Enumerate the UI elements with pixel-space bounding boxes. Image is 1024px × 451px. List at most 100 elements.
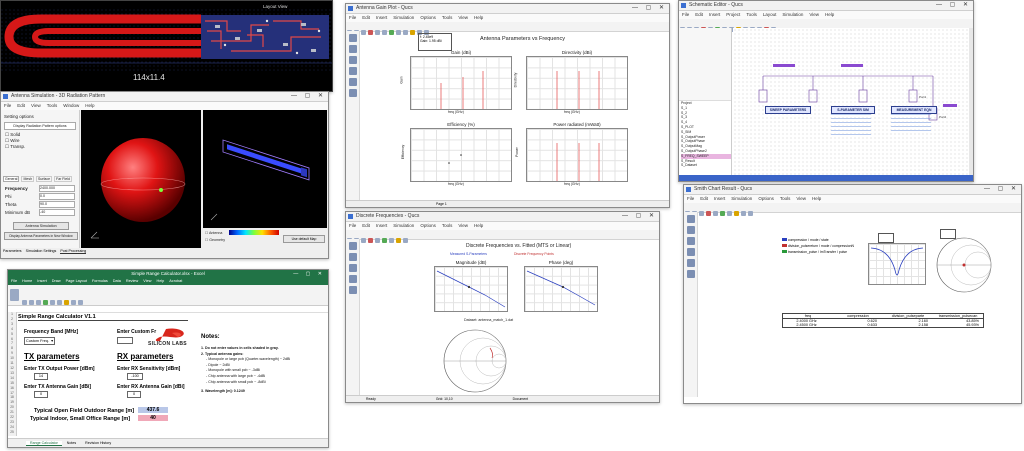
- cut-icon[interactable]: [368, 30, 373, 35]
- magnitude-plot[interactable]: Magnitude (dB): [434, 260, 508, 312]
- menu-item[interactable]: Simulation: [782, 12, 803, 17]
- tab-general[interactable]: General: [3, 176, 20, 182]
- menu-file[interactable]: File: [4, 103, 11, 108]
- default-map-button[interactable]: Use default Map: [283, 235, 325, 243]
- ribbon-tab[interactable]: Help: [156, 279, 164, 283]
- wire-tool-icon[interactable]: [348, 67, 357, 75]
- zoom-out-icon[interactable]: [403, 30, 408, 35]
- row-number[interactable]: 25: [8, 430, 16, 435]
- sheet-tab-range-calculator[interactable]: Range Calculator: [26, 441, 62, 446]
- pcb-trace-canvas[interactable]: [1, 1, 332, 91]
- ribbon-tab[interactable]: Insert: [37, 279, 47, 283]
- sweep-block[interactable]: SWEEP PARAMETERS: [765, 106, 811, 114]
- menu-edit[interactable]: Edit: [17, 103, 25, 108]
- smith-chart[interactable]: [430, 328, 520, 394]
- menu-item[interactable]: Edit: [362, 223, 370, 228]
- tx-power-input[interactable]: 14: [34, 373, 48, 380]
- gain-plot[interactable]: Gain (dBi): [410, 50, 512, 110]
- mirror-tool-icon[interactable]: [686, 237, 695, 245]
- window-controls[interactable]: — ▢ ✕: [293, 270, 325, 278]
- ribbon-tab[interactable]: View: [143, 279, 151, 283]
- font-icon[interactable]: [22, 300, 27, 305]
- tx-gain-input[interactable]: 0: [34, 391, 48, 398]
- radiation-pattern-viewport[interactable]: [81, 110, 201, 248]
- checkbox-geometry[interactable]: ☐ Geometry: [205, 238, 225, 242]
- marker-tool-icon[interactable]: [686, 270, 695, 278]
- rx-gain-input[interactable]: 0: [127, 391, 141, 398]
- menu-item[interactable]: View: [458, 15, 468, 20]
- zoom-in-icon[interactable]: [389, 238, 394, 243]
- menu-item[interactable]: Project: [726, 12, 740, 17]
- wire-icon[interactable]: [734, 211, 739, 216]
- sheet-tab-revision-history[interactable]: Revision History: [81, 441, 115, 445]
- save-icon[interactable]: [699, 211, 704, 216]
- marker-icon[interactable]: [403, 238, 408, 243]
- directivity-plot[interactable]: Directivity (dBi): [526, 50, 628, 110]
- menu-item[interactable]: Options: [420, 223, 436, 228]
- menu-tools[interactable]: Tools: [47, 103, 58, 108]
- wire-tool-icon[interactable]: [348, 275, 357, 283]
- ribbon-tab[interactable]: Formulas: [92, 279, 108, 283]
- ribbon-tab[interactable]: Acrobat: [169, 279, 182, 283]
- bold-icon[interactable]: [29, 300, 34, 305]
- paste-icon[interactable]: [382, 30, 387, 35]
- schematic-scrollbar[interactable]: [969, 28, 973, 175]
- save-icon[interactable]: [361, 238, 366, 243]
- antenna-simulation-button[interactable]: Antenna Simulation: [13, 222, 69, 230]
- power-radiated-plot[interactable]: Power radiated (mWatt): [526, 122, 628, 182]
- merge-icon[interactable]: [57, 300, 62, 305]
- tab-far-field[interactable]: Far Field: [54, 176, 72, 182]
- ribbon-tab[interactable]: Home: [22, 279, 32, 283]
- menu-item[interactable]: Edit: [695, 12, 703, 17]
- menu-item[interactable]: Tools: [780, 196, 791, 201]
- menu-item[interactable]: Help: [474, 223, 483, 228]
- label-icon[interactable]: [748, 211, 753, 216]
- schematic-canvas[interactable]: Port1 Port2 SWEEP PARAMETERS S-PARAMETER …: [733, 28, 971, 175]
- menu-item[interactable]: File: [687, 196, 694, 201]
- bottom-tab-parameters[interactable]: Parameters: [3, 249, 22, 254]
- checkbox-antenna[interactable]: ☐ Antenna: [205, 231, 222, 235]
- menu-item[interactable]: View: [796, 196, 806, 201]
- format-icon[interactable]: [64, 300, 69, 305]
- option-transp[interactable]: ☐ Transp.: [5, 144, 25, 150]
- save-icon[interactable]: [361, 30, 366, 35]
- copy-icon[interactable]: [713, 211, 718, 216]
- rotate-tool-icon[interactable]: [348, 45, 357, 53]
- geometry-viewport[interactable]: [203, 110, 327, 228]
- text-tool-icon[interactable]: [348, 286, 357, 294]
- tab-surface[interactable]: Surface: [36, 176, 53, 182]
- menu-item[interactable]: File: [349, 15, 356, 20]
- simulate-icon[interactable]: [389, 30, 394, 35]
- tab-mesh[interactable]: Mesh: [21, 176, 35, 182]
- custom-freq-input[interactable]: [117, 337, 133, 344]
- window-controls[interactable]: — ▢ ✕: [984, 185, 1019, 194]
- mirror-tool-icon[interactable]: [348, 56, 357, 64]
- menu-item[interactable]: Insert: [376, 223, 387, 228]
- insert-icon[interactable]: [71, 300, 76, 305]
- frequency-dropdown[interactable]: Custom Freq. ▾: [24, 337, 55, 345]
- sheet-tab-notes[interactable]: Notes: [63, 441, 80, 445]
- fill-icon[interactable]: [43, 300, 48, 305]
- mirror-tool-icon[interactable]: [348, 264, 357, 272]
- ribbon-tab[interactable]: Page Layout: [66, 279, 87, 283]
- align-icon[interactable]: [50, 300, 55, 305]
- rotate-tool-icon[interactable]: [686, 226, 695, 234]
- sim-block[interactable]: S-PARAMETER SIM: [831, 106, 875, 114]
- phase-plot[interactable]: Phase (deg): [524, 260, 598, 312]
- paste-icon[interactable]: [10, 289, 19, 301]
- menu-item[interactable]: Options: [758, 196, 774, 201]
- wire-tool-icon[interactable]: [686, 248, 695, 256]
- menu-item[interactable]: Simulation: [731, 196, 752, 201]
- wire-icon[interactable]: [396, 238, 401, 243]
- ribbon-tab[interactable]: Data: [113, 279, 121, 283]
- menu-window[interactable]: Window: [63, 103, 79, 108]
- menu-item[interactable]: Tools: [442, 223, 453, 228]
- select-tool-icon[interactable]: [348, 242, 357, 250]
- menu-item[interactable]: Tools: [746, 12, 757, 17]
- ribbon-tab[interactable]: Draw: [52, 279, 61, 283]
- menu-item[interactable]: Insert: [376, 15, 387, 20]
- field-frequency-input[interactable]: 2400.000: [39, 185, 75, 192]
- smith-chart[interactable]: [934, 235, 994, 295]
- ribbon-tab[interactable]: Review: [126, 279, 138, 283]
- menu-item[interactable]: Tools: [442, 15, 453, 20]
